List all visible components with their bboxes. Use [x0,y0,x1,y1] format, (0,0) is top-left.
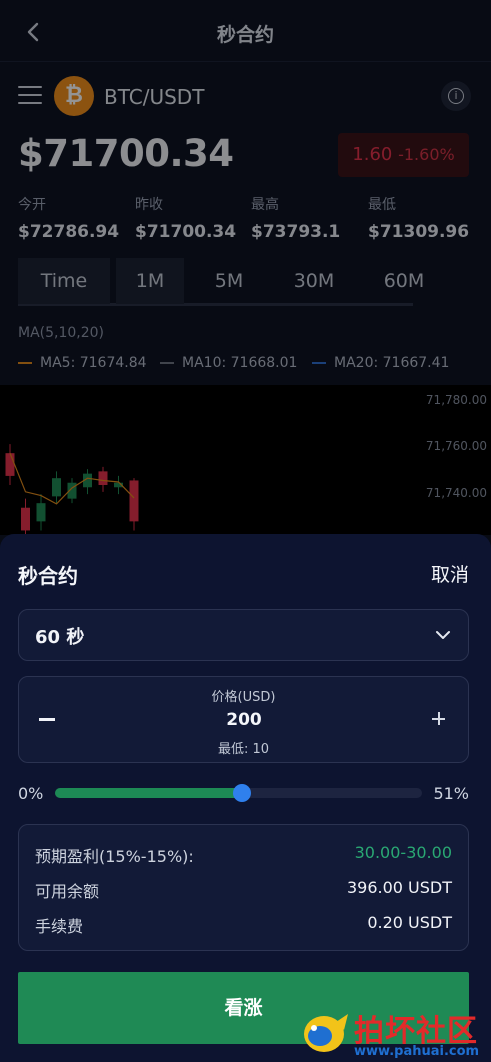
amount-input[interactable] [139,708,349,732]
amount-slider-row: 0% 51% [18,782,469,806]
sheet-title: 秒合约 [18,564,78,588]
duration-select[interactable]: 60 秒 [18,609,469,661]
fee-row: 手续费 0.20 USDT [35,913,452,936]
cancel-button[interactable]: 取消 [431,560,469,587]
minus-icon [39,718,55,721]
watermark-logo: 拍坏社区 www.pahuai.com [296,1004,486,1062]
chevron-down-icon [436,631,450,639]
amount-stepper: 价格(USD) 最低: 10 [18,676,469,763]
order-summary: 预期盈利(15%-15%): 30.00-30.00 可用余额 396.00 U… [18,824,469,951]
order-sheet: 秒合约 取消 60 秒 价格(USD) 最低: 10 0% 51% 预期盈利(1… [0,534,491,1062]
available-balance-row: 可用余额 396.00 USDT [35,878,452,901]
amount-label: 价格(USD) [211,690,276,705]
decrease-button[interactable] [37,708,59,730]
amount-slider[interactable] [55,784,422,802]
slider-thumb[interactable] [233,784,252,802]
summary-value: 0.20 USDT [367,913,452,932]
slider-fill [55,788,243,798]
summary-value: 396.00 USDT [346,878,452,897]
slider-min-label: 0% [18,784,44,803]
amount-min: 最低: 10 [217,742,270,757]
fish-logo-icon [304,1014,348,1052]
summary-key: 预期盈利(15%-15%): [35,847,194,866]
increase-button[interactable] [428,708,450,730]
summary-key: 手续费 [35,917,84,936]
duration-value: 60 秒 [35,627,85,648]
watermark-url: www.pahuai.com [354,1044,480,1059]
slider-max-label: 51% [433,784,469,803]
expected-profit-row: 预期盈利(15%-15%): 30.00-30.00 [35,843,452,866]
summary-value: 30.00-30.00 [354,843,452,862]
summary-key: 可用余额 [35,882,100,901]
